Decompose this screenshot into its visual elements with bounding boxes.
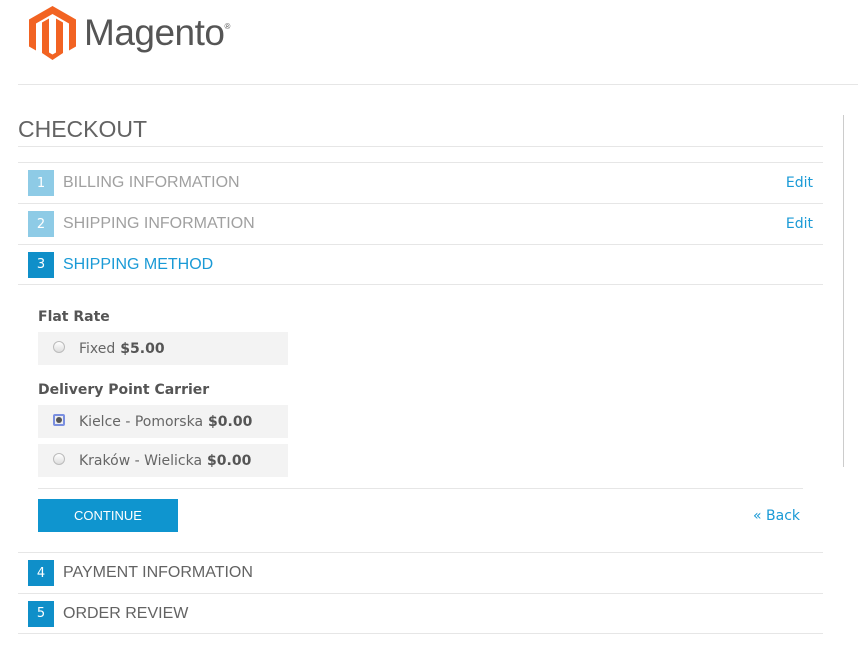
logo-text: Magento® [84,12,230,53]
group-title-flat-rate: Flat Rate [38,309,110,325]
step-number: 3 [28,251,54,278]
radio-button[interactable] [53,452,65,465]
step-number: 1 [28,170,54,196]
magento-logo-icon [29,6,76,60]
step-shipping-method: 3 SHIPPING METHOD [18,244,823,285]
edit-billing-link[interactable]: Edit [786,175,813,191]
option-price: $5.00 [120,340,165,357]
page-title: CHECKOUT [18,116,148,142]
edit-shipping-link[interactable]: Edit [786,216,813,232]
step-label: BILLING INFORMATION [63,174,240,191]
option-label: Fixed [79,340,116,357]
continue-button[interactable]: CONTINUE [38,499,178,532]
step-label: SHIPPING METHOD [63,255,214,273]
step-number: 5 [28,600,54,627]
option-label: Kraków - Wielicka [79,452,203,469]
back-link[interactable]: « Back [753,508,800,524]
shipping-option-fixed[interactable]: Fixed $5.00 [38,332,288,365]
option-price: $0.00 [207,452,252,469]
header-divider [18,84,858,85]
step-billing-information[interactable]: 1 BILLING INFORMATION Edit [18,162,823,203]
shipping-option-krakow[interactable]: Kraków - Wielicka $0.00 [38,444,288,477]
scrollbar[interactable] [843,115,844,467]
radio-button-selected[interactable] [53,413,65,426]
step-shipping-information[interactable]: 2 SHIPPING INFORMATION Edit [18,203,823,244]
step-label: ORDER REVIEW [63,604,189,622]
magento-logo[interactable]: Magento® [29,6,230,60]
title-divider [18,146,823,147]
group-title-delivery-point: Delivery Point Carrier [38,382,210,398]
step-label: SHIPPING INFORMATION [63,215,255,232]
option-price: $0.00 [208,413,253,430]
option-label: Kielce - Pomorska [79,413,204,430]
shipping-option-kielce[interactable]: Kielce - Pomorska $0.00 [38,405,288,438]
button-divider [38,488,803,489]
step-number: 2 [28,211,54,237]
step-order-review: 5 ORDER REVIEW [18,593,823,634]
step-label: PAYMENT INFORMATION [63,564,253,581]
radio-button[interactable] [53,340,65,353]
step-number: 4 [28,560,54,586]
step-payment-information: 4 PAYMENT INFORMATION [18,552,823,593]
